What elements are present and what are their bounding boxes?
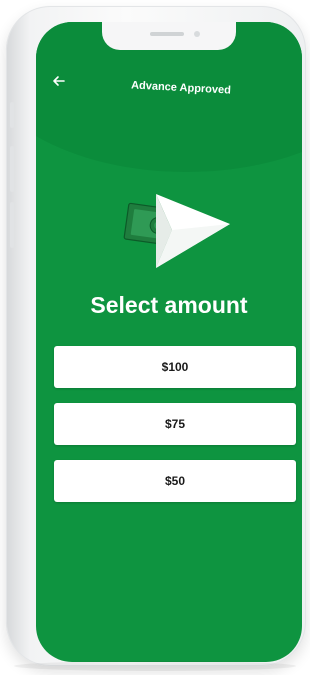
- amount-button-75[interactable]: $75: [54, 403, 296, 445]
- notch: [102, 22, 236, 50]
- front-camera: [194, 31, 200, 37]
- app-screen: Advance Approved Select amount $100 $75 …: [36, 22, 302, 662]
- stage: Advance Approved Select amount $100 $75 …: [0, 0, 310, 675]
- select-amount-title: Select amount: [90, 292, 248, 318]
- speaker: [150, 32, 184, 36]
- back-button[interactable]: [48, 70, 70, 92]
- arrow-left-icon: [53, 76, 65, 86]
- mute-switch: [10, 102, 14, 128]
- paper-plane-money-icon: [122, 182, 232, 272]
- phone-frame: Advance Approved Select amount $100 $75 …: [6, 6, 306, 666]
- volume-down-button: [10, 202, 14, 248]
- amount-button-100[interactable]: $100: [54, 346, 296, 388]
- amount-button-50[interactable]: $50: [54, 460, 296, 502]
- amount-options: $100 $75 $50: [54, 346, 296, 517]
- phone-shadow: [14, 661, 296, 671]
- volume-up-button: [10, 146, 14, 192]
